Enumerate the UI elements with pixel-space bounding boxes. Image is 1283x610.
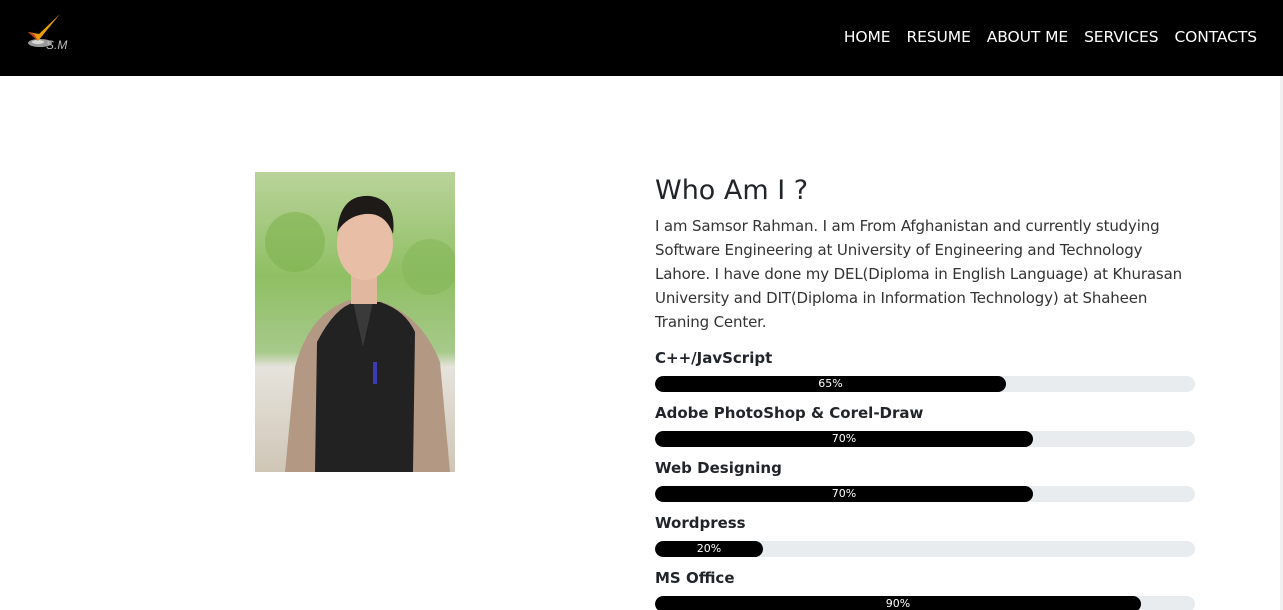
skill-progress-track: 70% [655, 486, 1195, 502]
skill-progress-track: 90% [655, 596, 1195, 610]
about-section: Who Am I ? I am Samsor Rahman. I am From… [655, 174, 1200, 610]
skill-progress-track: 20% [655, 541, 1195, 557]
skill-progress-bar: 20% [655, 541, 763, 557]
top-navbar: S.M HOME RESUME ABOUT ME SERVICES CONTAC… [0, 0, 1283, 76]
skills-list: C++/JavScript 65% Adobe PhotoShop & Core… [655, 348, 1200, 610]
skill-percent: 20% [696, 542, 722, 555]
skill-label: MS Office [655, 569, 735, 587]
skill-item: Wordpress 20% [655, 513, 1200, 557]
skill-label: C++/JavScript [655, 349, 773, 367]
profile-photo [255, 172, 455, 472]
skill-progress-bar: 90% [655, 596, 1141, 610]
skill-percent: 70% [831, 432, 857, 445]
logo-icon[interactable]: S.M [20, 12, 76, 54]
skill-progress-bar: 70% [655, 431, 1033, 447]
skill-label: Web Designing [655, 459, 782, 477]
skill-percent: 70% [831, 487, 857, 500]
skill-label: Adobe PhotoShop & Corel-Draw [655, 404, 924, 422]
nav-menu: HOME RESUME ABOUT ME SERVICES CONTACTS [844, 28, 1257, 46]
skill-item: C++/JavScript 65% [655, 348, 1200, 392]
nav-contacts[interactable]: CONTACTS [1174, 28, 1257, 46]
skill-progress-track: 65% [655, 376, 1195, 392]
nav-resume[interactable]: RESUME [906, 28, 970, 46]
about-bio: I am Samsor Rahman. I am From Afghanista… [655, 217, 1182, 331]
skill-item: Adobe PhotoShop & Corel-Draw 70% [655, 403, 1200, 447]
nav-about-me[interactable]: ABOUT ME [987, 28, 1068, 46]
nav-home[interactable]: HOME [844, 28, 891, 46]
logo-text: S.M [46, 38, 67, 52]
skill-percent: 90% [885, 597, 911, 610]
skill-item: MS Office 90% [655, 568, 1200, 610]
skill-item: Web Designing 70% [655, 458, 1200, 502]
nav-services[interactable]: SERVICES [1084, 28, 1158, 46]
skill-percent: 65% [818, 377, 843, 390]
skill-progress-bar: 70% [655, 486, 1033, 502]
skill-progress-bar: 65% [655, 376, 1006, 392]
skill-progress-track: 70% [655, 431, 1195, 447]
skill-label: Wordpress [655, 514, 746, 532]
about-title: Who Am I ? [655, 175, 809, 206]
